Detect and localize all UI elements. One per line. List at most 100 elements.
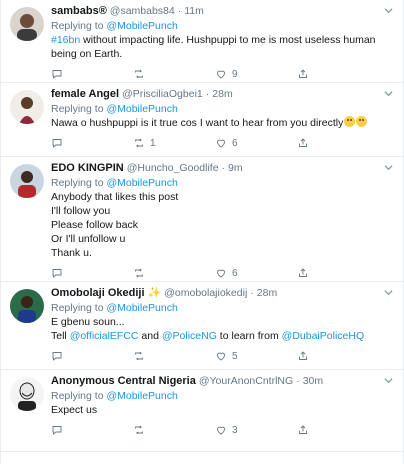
mention-link[interactable]: @MobilePunch — [106, 103, 177, 115]
replying-to: Replying to @MobilePunch — [51, 389, 395, 403]
reply-button[interactable] — [51, 137, 133, 149]
tweet[interactable]: female Angel @PrisciliaOgbei1 · 28m Repl… — [1, 83, 403, 157]
author-handle[interactable]: @sambabs84 — [110, 4, 175, 19]
tweet-line: Tell @officialEFCC and @PoliceNG to lear… — [51, 329, 395, 343]
share-button[interactable] — [297, 68, 379, 80]
mention-link[interactable]: @PoliceNG — [162, 330, 217, 342]
timestamp[interactable]: 28m — [212, 87, 232, 102]
share-icon — [299, 268, 307, 277]
separator: · — [205, 88, 210, 100]
mention-link[interactable]: @MobilePunch — [106, 390, 177, 402]
separator: · — [296, 375, 300, 387]
chevron-down-icon[interactable] — [384, 89, 393, 98]
reply-icon — [52, 139, 62, 148]
replying-label: Replying to — [51, 177, 107, 189]
avatar[interactable] — [10, 7, 44, 41]
reply-button[interactable] — [51, 350, 133, 362]
author-name[interactable]: Anonymous Central Nigeria — [51, 374, 196, 389]
avatar[interactable] — [10, 377, 44, 411]
replying-to: Replying to @MobilePunch — [51, 102, 395, 116]
share-button[interactable] — [297, 424, 379, 436]
retweet-icon — [135, 69, 143, 79]
avatar[interactable] — [10, 164, 44, 198]
like-button[interactable]: 6 — [215, 267, 297, 279]
author-name[interactable]: EDO KINGPIN — [51, 161, 124, 176]
tweet-actions: 1 6 — [51, 130, 395, 156]
tweet[interactable]: Anonymous Central Nigeria @YourAnonCntrl… — [1, 370, 403, 452]
like-button[interactable]: 3 — [215, 424, 297, 436]
share-icon — [299, 138, 307, 147]
tweet-text-content: Nawa o hushpuppi is it true cos I want t… — [51, 117, 344, 129]
replying-to: Replying to @MobilePunch — [51, 176, 395, 190]
share-button[interactable] — [297, 350, 379, 362]
tweet-text: Expect us — [51, 404, 98, 416]
heart-icon — [217, 70, 225, 79]
tweet-line: Please follow back — [51, 219, 138, 231]
author-name[interactable]: female Angel — [51, 87, 119, 102]
chevron-down-icon[interactable] — [384, 6, 393, 15]
mention-link[interactable]: @MobilePunch — [106, 177, 177, 189]
reply-icon — [52, 269, 62, 278]
tweet[interactable]: EDO KINGPIN @Huncho_Goodlife · 9m Replyi… — [1, 157, 403, 282]
like-button[interactable]: 5 — [215, 350, 297, 362]
share-button[interactable] — [297, 137, 379, 149]
heart-icon — [217, 139, 225, 148]
reply-button[interactable] — [51, 267, 133, 279]
author-handle[interactable]: @PrisciliaOgbei1 — [122, 87, 203, 102]
chevron-down-icon[interactable] — [384, 163, 393, 172]
heart-icon — [217, 426, 225, 435]
tweet-line: Thank u. — [51, 247, 92, 259]
replying-label: Replying to — [51, 302, 107, 314]
mention-link[interactable]: @MobilePunch — [106, 302, 177, 314]
chevron-down-icon[interactable] — [384, 288, 393, 297]
like-count: 9 — [232, 68, 238, 80]
author-handle[interactable]: @YourAnonCntrlNG — [199, 374, 293, 389]
tweet-text: #16bn without impacting life. Hushpuppi … — [51, 33, 395, 61]
author-name[interactable]: Omobolaji Okediji — [51, 286, 145, 301]
retweet-icon — [135, 138, 143, 148]
retweet-icon — [135, 425, 143, 435]
mention-link[interactable]: @MobilePunch — [106, 20, 177, 32]
reply-button[interactable] — [51, 424, 133, 436]
like-button[interactable]: 9 — [215, 68, 297, 80]
retweet-button[interactable] — [133, 424, 215, 436]
hashtag-link[interactable]: #16bn — [51, 34, 80, 46]
retweet-button[interactable] — [133, 350, 215, 362]
retweet-button[interactable] — [133, 68, 215, 80]
tweet[interactable]: Omobolaji Okediji ✨ @omobolajiokedij · 2… — [1, 282, 403, 370]
retweet-icon — [135, 351, 143, 361]
separator: · — [250, 287, 254, 299]
text-fragment: Tell — [51, 330, 70, 342]
tweet-line: Or I'll unfollow u — [51, 233, 126, 245]
reply-button[interactable] — [51, 68, 133, 80]
mention-link[interactable]: @DubaiPoliceHQ — [282, 330, 364, 342]
tweet-actions: 5 — [51, 343, 395, 369]
tweet[interactable]: sambabs® @sambabs84 · 11m Replying to @M… — [1, 0, 403, 83]
timestamp[interactable]: 9m — [228, 161, 243, 176]
avatar[interactable] — [10, 289, 44, 323]
chevron-down-icon[interactable] — [384, 376, 393, 385]
timestamp[interactable]: 28m — [257, 286, 277, 301]
timestamp[interactable]: 11m — [184, 4, 204, 19]
retweet-count: 1 — [150, 137, 156, 149]
share-button[interactable] — [297, 267, 379, 279]
share-icon — [299, 351, 307, 360]
tweet-feed: sambabs® @sambabs84 · 11m Replying to @M… — [0, 0, 404, 464]
author-handle[interactable]: @Huncho_Goodlife — [127, 161, 219, 176]
confused-face-emoji — [356, 116, 368, 127]
like-button[interactable]: 6 — [215, 137, 297, 149]
tweet-text: Anybody that likes this post I'll follow… — [51, 190, 395, 260]
retweet-button[interactable] — [133, 267, 215, 279]
reply-icon — [52, 352, 62, 361]
avatar[interactable] — [10, 90, 44, 124]
mention-link[interactable]: @officialEFCC — [70, 330, 139, 342]
tweet-text: Nawa o hushpuppi is it true cos I want t… — [51, 116, 395, 130]
author-handle[interactable]: @omobolajiokedij — [164, 286, 247, 301]
separator: · — [177, 5, 182, 17]
tweet-line: Anybody that likes this post — [51, 191, 179, 203]
like-count: 5 — [232, 350, 238, 362]
timestamp[interactable]: 30m — [303, 374, 323, 389]
retweet-button[interactable]: 1 — [133, 137, 215, 149]
author-name[interactable]: sambabs® — [51, 4, 107, 19]
text-fragment: to learn from — [216, 330, 282, 342]
